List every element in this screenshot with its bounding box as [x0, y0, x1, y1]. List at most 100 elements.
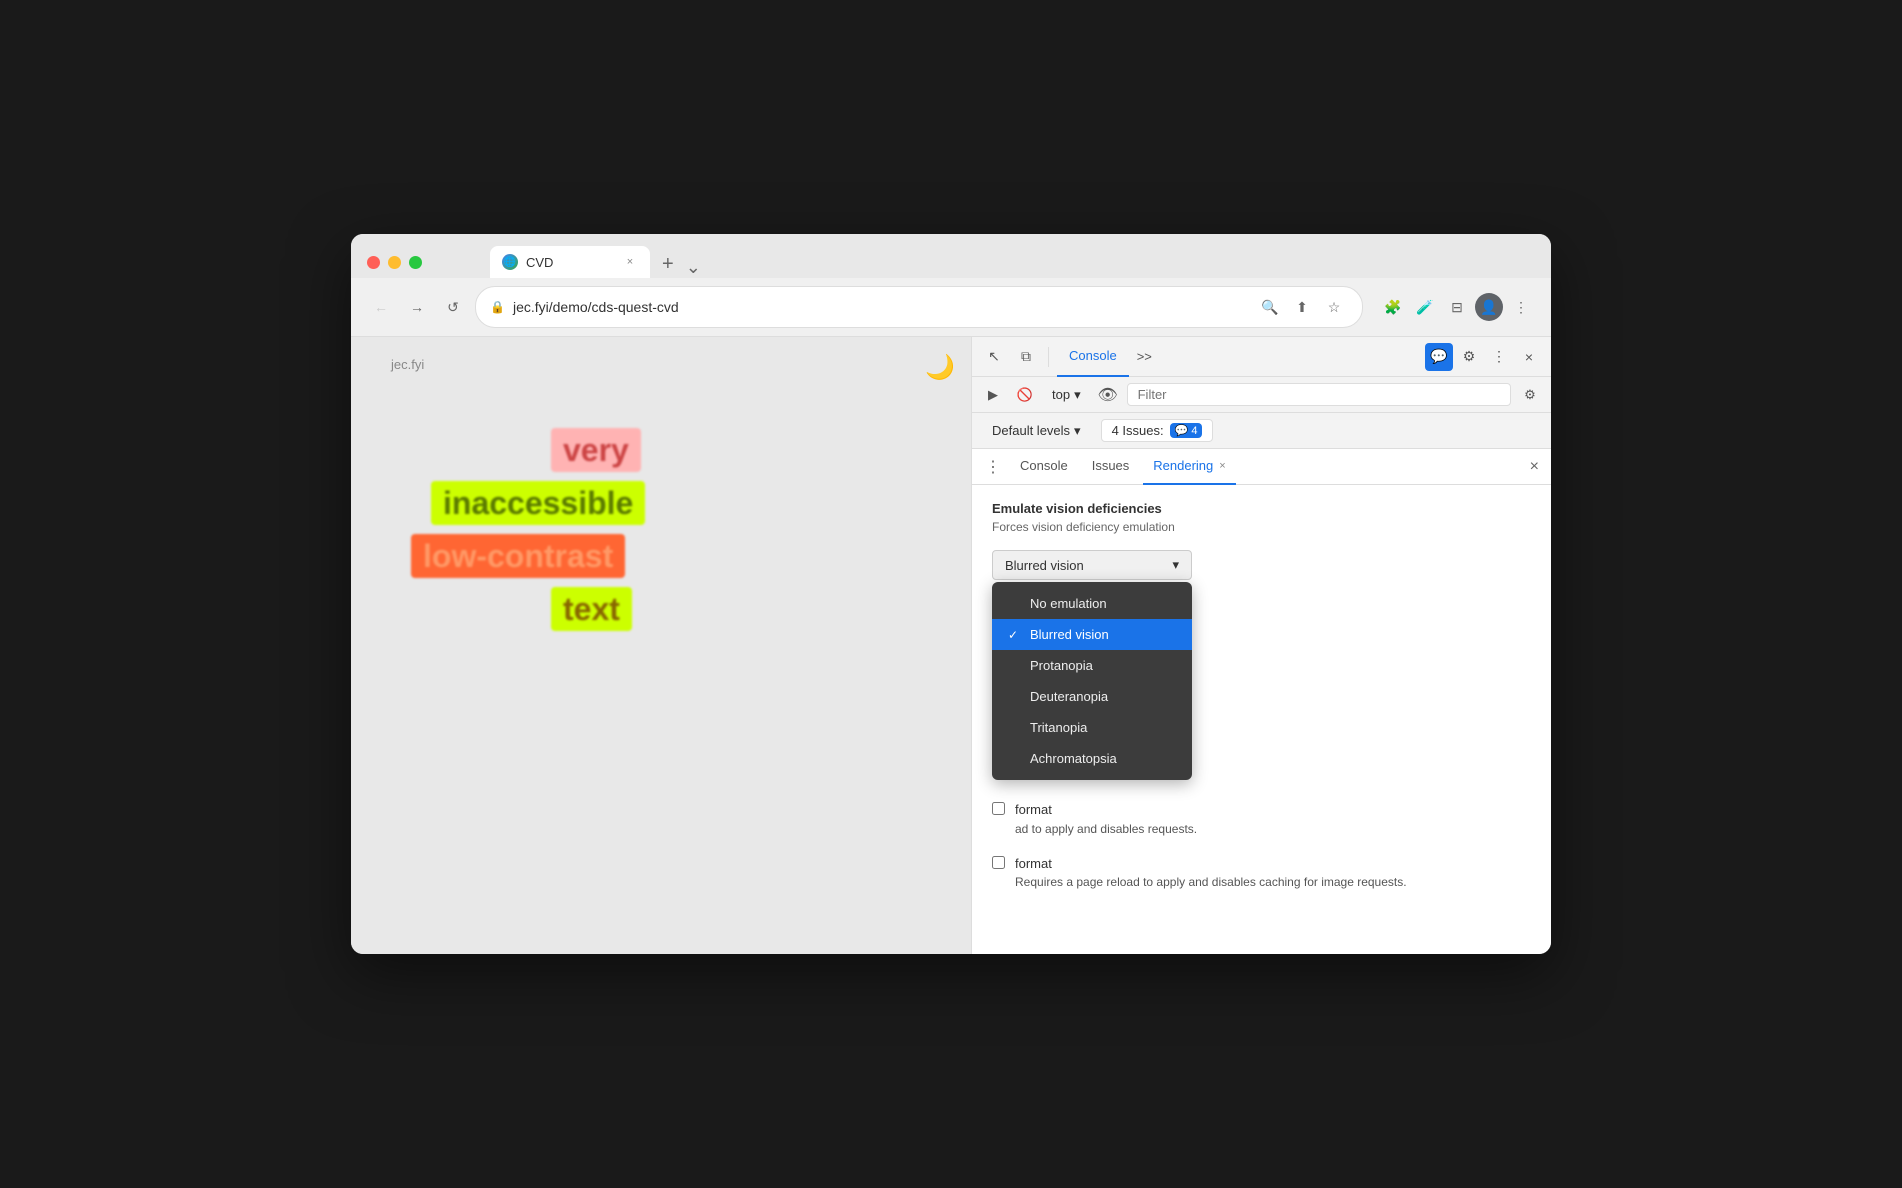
message-icon-btn[interactable]: 💬: [1425, 343, 1453, 371]
option-deuteranopia[interactable]: Deuteranopia: [992, 681, 1192, 712]
url-text: jec.fyi/demo/cds-quest-cvd: [513, 299, 1248, 315]
header-divider: [1048, 347, 1049, 367]
default-levels-btn[interactable]: Default levels ▾: [984, 420, 1089, 442]
settings-btn[interactable]: ⚙: [1455, 343, 1483, 371]
checkbox-row-2: format Requires a page reload to apply a…: [992, 854, 1531, 892]
reload-button[interactable]: ↺: [439, 293, 467, 321]
check-blurred: ✓: [1008, 628, 1022, 642]
close-devtools-btn[interactable]: ×: [1515, 343, 1543, 371]
cursor-tool-btn[interactable]: ↖: [980, 343, 1008, 371]
tab-favicon: 🌐: [502, 254, 518, 270]
filter-input[interactable]: [1127, 383, 1511, 406]
tab-close-button[interactable]: ×: [622, 254, 638, 270]
bookmark-btn[interactable]: ☆: [1320, 293, 1348, 321]
rendering-content: Emulate vision deficiencies Forces visio…: [972, 485, 1551, 954]
checkbox-2[interactable]: [992, 856, 1005, 869]
check-protanopia: [1008, 659, 1022, 673]
demo-word-text: text: [471, 591, 931, 628]
issues-bar: Default levels ▾ 4 Issues: 💬 4: [972, 413, 1551, 449]
tab-console-rendering[interactable]: Console: [1010, 449, 1078, 485]
eye-btn[interactable]: 👁: [1095, 382, 1121, 408]
share-btn[interactable]: ⬆: [1288, 293, 1316, 321]
tab-console[interactable]: Console: [1057, 337, 1129, 377]
address-actions: 🔍 ⬆ ☆: [1256, 293, 1348, 321]
checkbox-1[interactable]: [992, 802, 1005, 815]
checkbox-row-1: format ad to apply and disables requests…: [992, 800, 1531, 838]
forward-button[interactable]: →: [403, 293, 431, 321]
reload-icon: ↺: [447, 299, 459, 316]
page-content: jec.fyi very inaccessible low-contrast t…: [351, 337, 971, 954]
tab-list-dropdown[interactable]: ⌄: [686, 257, 701, 278]
tab-issues-rendering[interactable]: Issues: [1082, 449, 1140, 485]
tab-more-btn[interactable]: >>: [1129, 349, 1160, 364]
vision-dropdown-arrow: ▾: [1172, 557, 1179, 573]
clear-btn[interactable]: 🚫: [1012, 382, 1038, 408]
address-input[interactable]: 🔒 jec.fyi/demo/cds-quest-cvd 🔍 ⬆ ☆: [475, 286, 1363, 328]
demo-word-low-contrast: low-contrast: [401, 538, 931, 575]
new-tab-button[interactable]: +: [654, 250, 682, 278]
checkbox-label-2: format Requires a page reload to apply a…: [1015, 854, 1407, 892]
minimize-button[interactable]: [388, 256, 401, 269]
option-achromatopsia[interactable]: Achromatopsia: [992, 743, 1192, 774]
check-no-emulation: [1008, 597, 1022, 611]
device-tool-btn[interactable]: ⧉: [1012, 343, 1040, 371]
dropdown-arrow-icon: ▾: [1074, 387, 1081, 403]
option-protanopia[interactable]: Protanopia: [992, 650, 1192, 681]
close-button[interactable]: [367, 256, 380, 269]
console-bar: ▶ 🚫 top ▾ 👁 ⚙: [972, 377, 1551, 413]
demo-word-very: very: [471, 432, 931, 469]
title-bar: 🌐 CVD × + ⌄: [351, 234, 1551, 278]
vision-dropdown-container: Blurred vision ▾ No emulation ✓ Blurred …: [992, 550, 1192, 580]
vision-dropdown-btn[interactable]: Blurred vision ▾: [992, 550, 1192, 580]
lock-icon: 🔒: [490, 300, 505, 314]
back-icon: ←: [374, 299, 388, 315]
top-dropdown[interactable]: top ▾: [1044, 384, 1089, 406]
console-tab-label: Console: [1020, 458, 1068, 473]
section-subtitle: Forces vision deficiency emulation: [992, 520, 1531, 534]
tab-title: CVD: [526, 255, 553, 270]
rendering-tabs: ⋮ Console Issues Rendering × ×: [972, 449, 1551, 485]
toggle-sidebar-btn[interactable]: ⊟: [1443, 293, 1471, 321]
default-levels-label: Default levels: [992, 423, 1070, 438]
tab-end-controls: ⌄: [686, 257, 701, 278]
rendering-more-btn[interactable]: ⋮: [980, 454, 1006, 480]
message-badge-icon: 💬: [1175, 424, 1189, 437]
option-blurred-vision[interactable]: ✓ Blurred vision: [992, 619, 1192, 650]
section-title: Emulate vision deficiencies: [992, 501, 1531, 516]
devtools-panel: ↖ ⧉ Console >> 💬 ⚙ ⋮ × ▶: [971, 337, 1551, 954]
issues-count-label: 4 Issues:: [1112, 423, 1164, 438]
back-button[interactable]: ←: [367, 293, 395, 321]
word-text-text: text: [551, 587, 632, 631]
rendering-tab-close[interactable]: ×: [1219, 460, 1225, 472]
vision-dropdown-menu: No emulation ✓ Blurred vision Protanopia: [992, 582, 1192, 780]
filter-settings-btn[interactable]: ⚙: [1517, 382, 1543, 408]
vision-dropdown-selected: Blurred vision: [1005, 558, 1084, 573]
cb1-body: ad to apply and disables requests.: [1015, 822, 1197, 836]
issues-badge[interactable]: 4 Issues: 💬 4: [1101, 419, 1214, 442]
browser-window: 🌐 CVD × + ⌄ ← → ↺ 🔒 jec.fyi/demo/cds-que…: [351, 234, 1551, 954]
issues-number: 4: [1191, 425, 1197, 437]
account-avatar[interactable]: 👤: [1475, 293, 1503, 321]
top-label: top: [1052, 387, 1070, 402]
close-rendering-panel[interactable]: ×: [1526, 454, 1543, 480]
issues-tab-label: Issues: [1092, 458, 1130, 473]
devtools-main-tabs: Console >>: [1057, 337, 1421, 377]
cb2-title: format: [1015, 856, 1052, 871]
cb1-title: format: [1015, 802, 1052, 817]
play-btn[interactable]: ▶: [980, 382, 1006, 408]
issues-icon-badge: 💬 4: [1170, 423, 1203, 438]
search-address-btn[interactable]: 🔍: [1256, 293, 1284, 321]
check-tritanopia: [1008, 721, 1022, 735]
extensions-btn[interactable]: 🧩: [1379, 293, 1407, 321]
maximize-button[interactable]: [409, 256, 422, 269]
checkbox-section-1: format ad to apply and disables requests…: [992, 800, 1531, 891]
page-logo: jec.fyi: [391, 357, 931, 372]
word-low-contrast-text: low-contrast: [411, 534, 625, 578]
option-no-emulation[interactable]: No emulation: [992, 588, 1192, 619]
flask-btn[interactable]: 🧪: [1411, 293, 1439, 321]
tab-rendering[interactable]: Rendering ×: [1143, 449, 1235, 485]
more-options-btn[interactable]: ⋮: [1507, 293, 1535, 321]
option-tritanopia[interactable]: Tritanopia: [992, 712, 1192, 743]
active-tab[interactable]: 🌐 CVD ×: [490, 246, 650, 278]
more-devtools-btn[interactable]: ⋮: [1485, 343, 1513, 371]
